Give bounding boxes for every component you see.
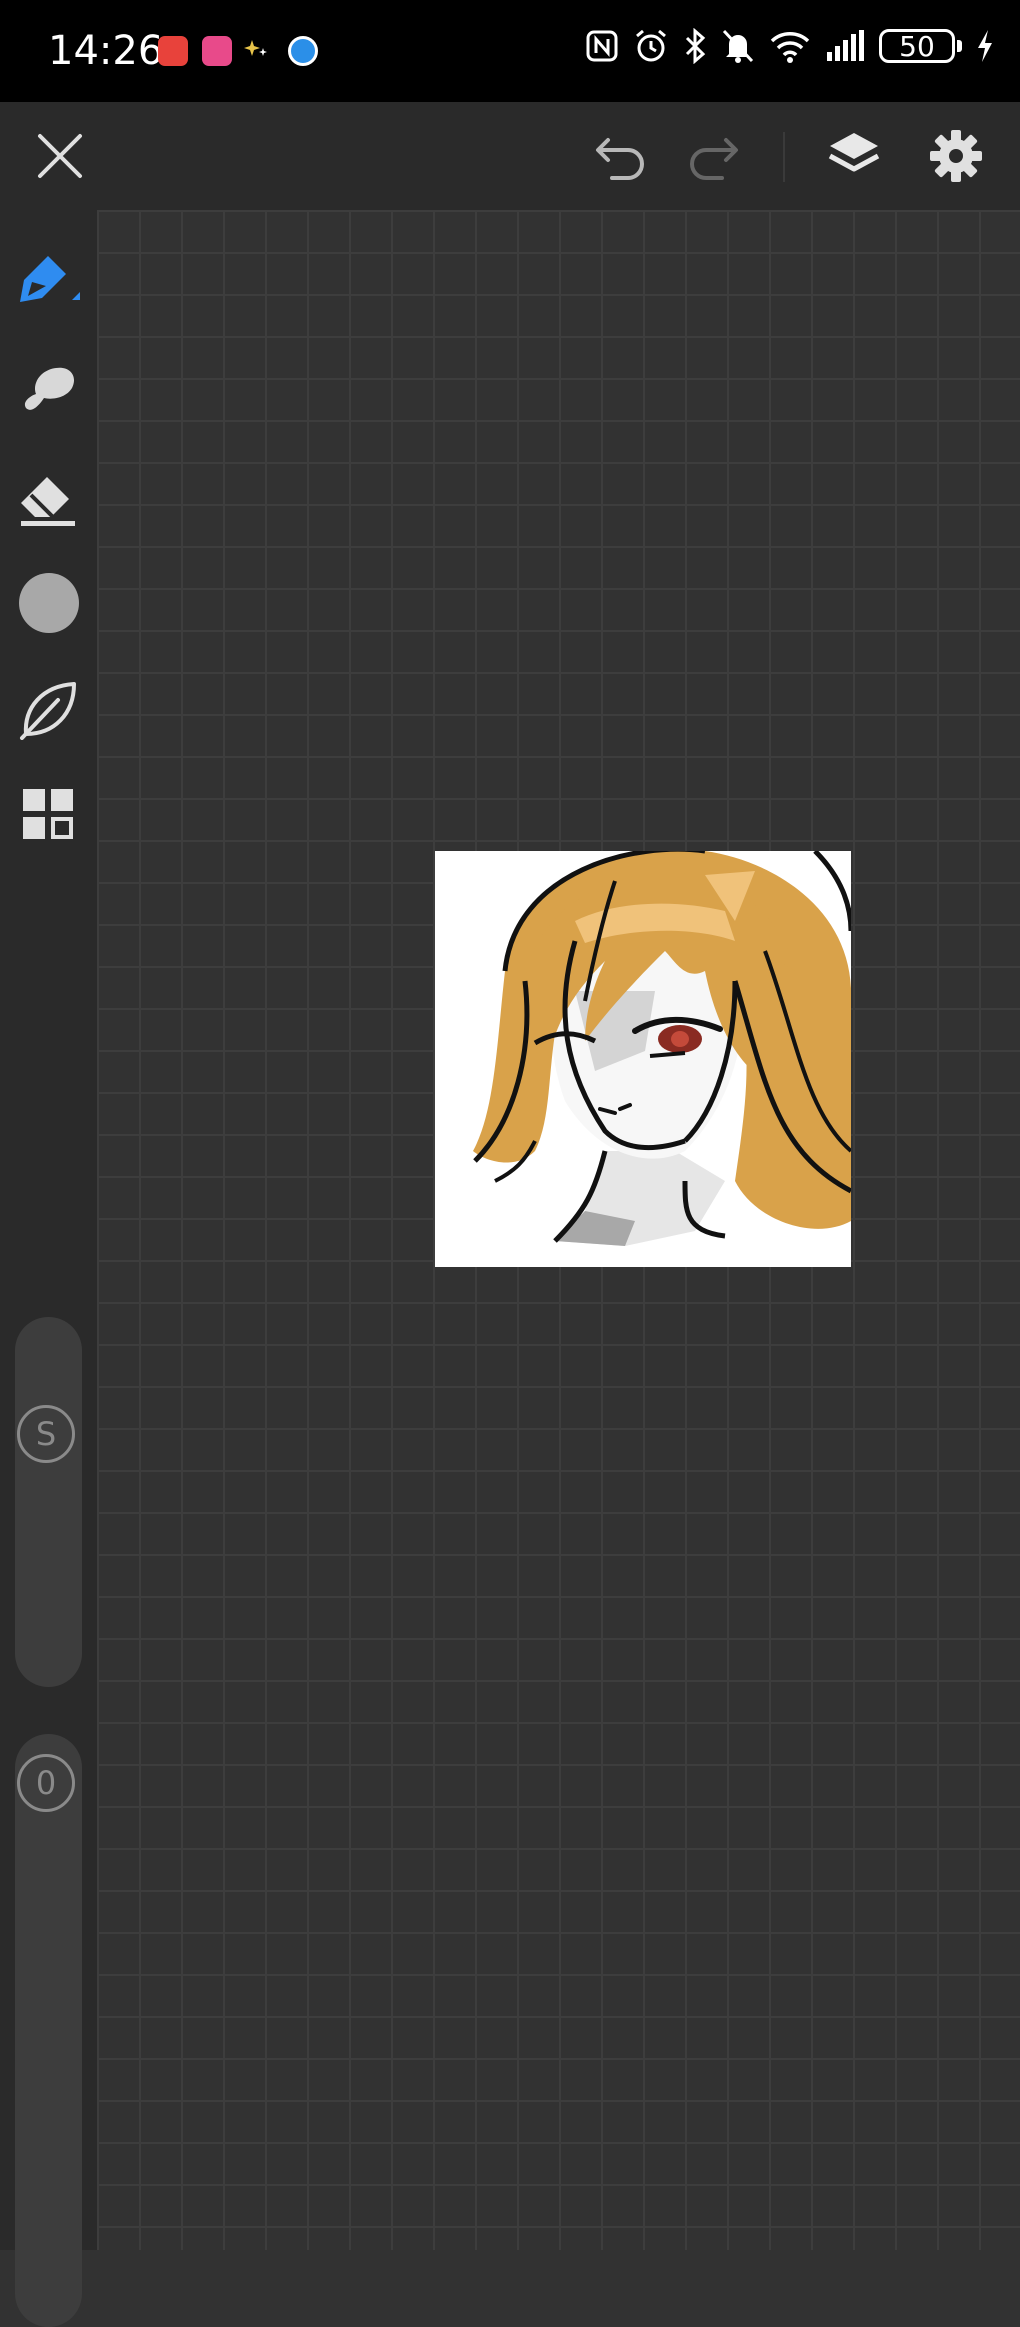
eraser-icon: [21, 477, 75, 526]
smudge-tool[interactable]: [14, 354, 84, 424]
eraser-tool[interactable]: [14, 462, 84, 532]
charging-icon: [978, 30, 992, 62]
redo-icon: [690, 138, 738, 180]
top-toolbar: [0, 102, 1020, 210]
shape-tool[interactable]: [14, 674, 84, 744]
browser-icon: [288, 36, 318, 66]
opacity-slider-label: 0: [35, 1764, 57, 1802]
tool-sidebar: S 0: [0, 210, 97, 2327]
layers-button[interactable]: [822, 124, 886, 188]
settings-button[interactable]: [924, 124, 988, 188]
status-icons: 50: [585, 28, 994, 64]
bluetooth-icon: [685, 28, 706, 64]
signal-icon: [827, 30, 864, 61]
close-icon: [38, 134, 82, 178]
settings-icon: [930, 130, 982, 182]
brush-size-slider[interactable]: S: [15, 1317, 82, 1687]
leaf-icon: [20, 682, 76, 740]
anime-girl-drawing: [473, 851, 851, 1246]
opacity-slider[interactable]: 0: [15, 1734, 82, 2327]
battery-level: 50: [899, 29, 935, 63]
size-slider-knob[interactable]: S: [17, 1405, 75, 1463]
undo-icon: [596, 138, 644, 180]
pen-icon: [20, 256, 80, 302]
nfc-icon: [586, 30, 618, 62]
smudge-icon: [24, 367, 75, 410]
alarm-icon: [636, 29, 666, 62]
layers-icon: [828, 133, 880, 172]
pink-app-icon: [202, 36, 232, 66]
undo-button[interactable]: [590, 124, 654, 188]
battery-icon: 50: [879, 29, 962, 63]
close-button[interactable]: [28, 124, 92, 188]
redo-button[interactable]: [680, 124, 744, 188]
huawei-app-icon: [158, 36, 188, 66]
color-swatch-icon: [19, 573, 79, 633]
status-bar: 14:26 50: [0, 0, 1020, 102]
sparkle-icon: [244, 40, 267, 56]
toolbar-divider: [783, 132, 785, 182]
canvas-area[interactable]: [97, 210, 1020, 2250]
wifi-icon: [770, 32, 810, 63]
opacity-slider-knob[interactable]: 0: [17, 1754, 75, 1812]
status-time: 14:26: [48, 28, 164, 74]
mute-icon: [722, 29, 754, 63]
size-slider-label: S: [35, 1415, 57, 1453]
drawing-canvas[interactable]: [435, 851, 851, 1267]
color-tool[interactable]: [14, 568, 84, 638]
more-tool[interactable]: [14, 780, 84, 850]
pen-tool[interactable]: [14, 246, 84, 316]
grid-icon: [23, 789, 73, 839]
